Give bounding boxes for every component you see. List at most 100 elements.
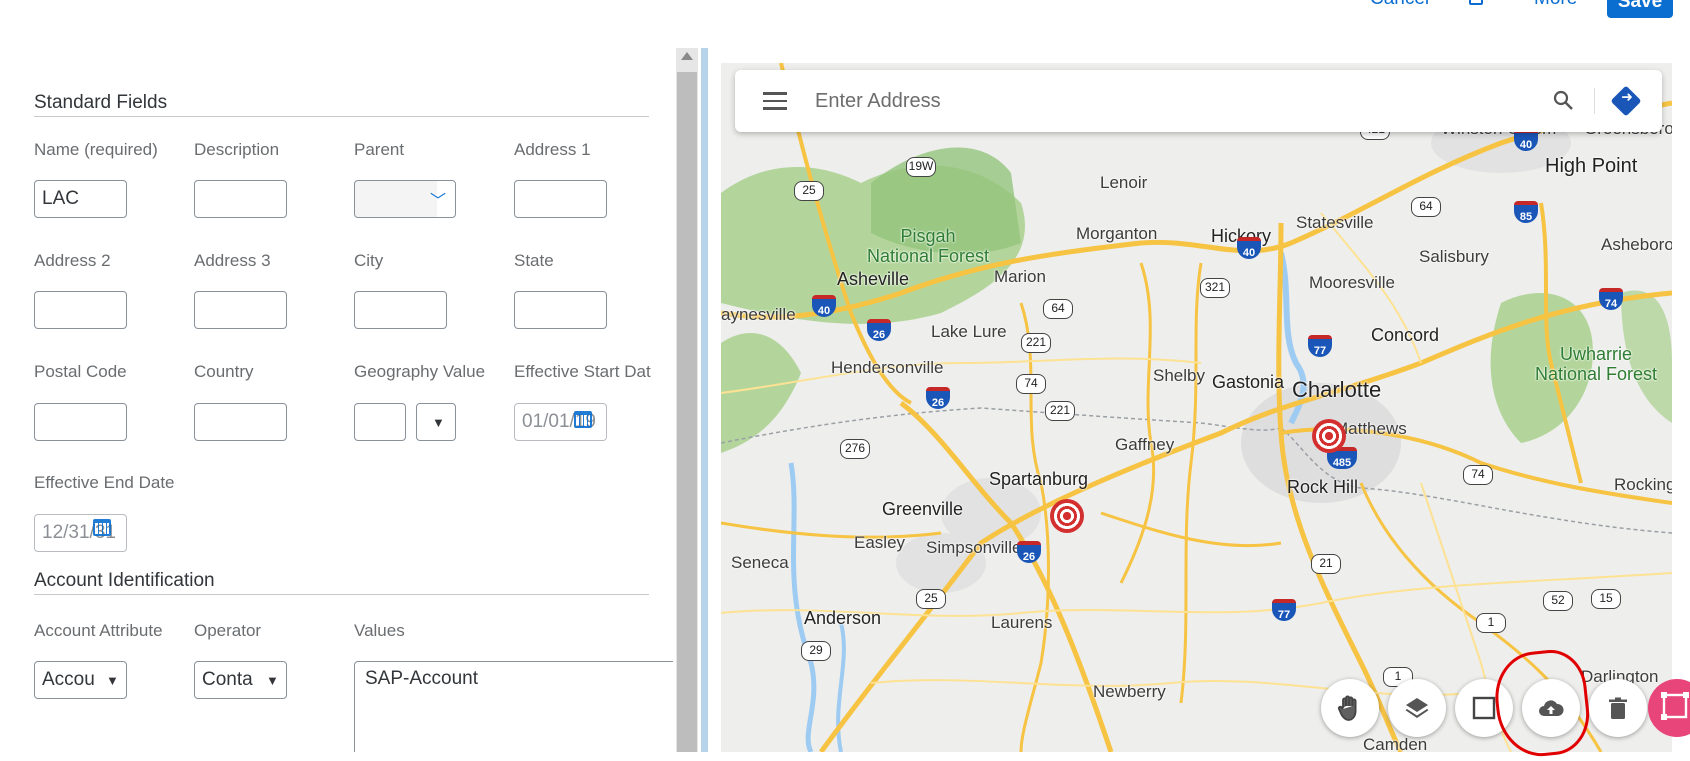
search-input[interactable]: Enter Address — [815, 90, 941, 113]
save-button[interactable]: Save — [1607, 0, 1673, 18]
scroll-up-icon[interactable] — [681, 52, 693, 60]
postal-code-label: Postal Code — [34, 362, 127, 381]
map-label: Marion — [994, 267, 1046, 286]
map-label: Gastonia — [1212, 372, 1285, 392]
operator-label: Operator — [194, 621, 262, 640]
map-label: Anderson — [804, 608, 882, 628]
more-link[interactable]: More — [1534, 0, 1577, 10]
form-pane: Standard Fields Name (required) Descript… — [0, 48, 673, 752]
location-marker[interactable] — [1050, 499, 1084, 533]
state-field[interactable] — [514, 291, 607, 329]
layers-icon — [1405, 698, 1429, 718]
map-label: Greenville — [882, 499, 964, 519]
map-label: Seneca — [731, 553, 789, 572]
delete-button[interactable] — [1589, 679, 1647, 737]
values-textarea[interactable]: SAP-Account — [354, 661, 673, 752]
route-shield: 321 — [1200, 278, 1230, 298]
route-shield: 276 — [840, 439, 870, 459]
chevron-down-icon[interactable]: ﹀ — [430, 187, 446, 211]
map-label: Easley — [854, 533, 906, 552]
route-shield: 21 — [1311, 554, 1341, 574]
map-label: Salisbury — [1419, 247, 1489, 266]
effective-end-label: Effective End Date — [34, 473, 175, 492]
map-background — [721, 63, 1672, 752]
trash-icon — [1609, 697, 1627, 719]
name-field[interactable]: LAC — [34, 180, 127, 218]
square-select-icon — [1472, 696, 1496, 720]
map-label: Shelby — [1153, 366, 1205, 385]
dropdown-arrow-icon[interactable]: ▼ — [432, 415, 445, 430]
route-shield: 74 — [1463, 465, 1493, 485]
values-label: Values — [354, 621, 405, 640]
calendar-icon[interactable] — [1469, 0, 1483, 5]
map-label: Morganton — [1076, 224, 1158, 243]
effective-start-field[interactable]: 01/01/19 — [514, 403, 607, 441]
shape-edit-button[interactable] — [1648, 679, 1690, 737]
map-label: Lenoir — [1100, 173, 1148, 192]
map-label: Asheville — [837, 269, 910, 289]
directions-icon[interactable] — [1610, 85, 1642, 117]
map-label: Pisgah National Forest — [867, 226, 990, 266]
dropdown-arrow-icon[interactable]: ▼ — [266, 673, 279, 688]
top-toolbar: Cancel More Save — [0, 0, 1690, 28]
address-search-bar: Enter Address — [735, 70, 1662, 132]
map-label: Laurens — [991, 613, 1053, 632]
country-field[interactable] — [194, 403, 287, 441]
route-shield: 29 — [801, 641, 831, 661]
map-label: Lake Lure — [931, 322, 1007, 341]
route-shield: 1 — [1476, 613, 1506, 633]
route-shield: 15 — [1591, 589, 1621, 609]
hand-icon — [1337, 695, 1357, 721]
country-label: Country — [194, 362, 254, 381]
calendar-icon[interactable] — [93, 519, 111, 536]
route-shield: 64 — [1411, 197, 1441, 217]
shape-edit-icon — [1661, 692, 1689, 720]
name-label: Name (required) — [34, 140, 158, 159]
map-label: Asheboro — [1601, 235, 1672, 254]
map-view[interactable]: Winston-Salem Greensboro High Point Ashe… — [721, 63, 1672, 752]
layers-button[interactable] — [1388, 679, 1446, 737]
description-field[interactable] — [194, 180, 287, 218]
parent-label: Parent — [354, 140, 405, 159]
section-divider — [34, 594, 649, 595]
dropdown-arrow-icon[interactable]: ▼ — [106, 673, 119, 688]
map-label: Charlotte — [1292, 377, 1382, 402]
section-divider — [34, 116, 649, 117]
search-icon[interactable] — [1553, 90, 1573, 110]
cancel-link[interactable]: Cancel — [1370, 0, 1429, 10]
effective-end-field[interactable]: 12/31/31 — [34, 514, 127, 552]
map-label: aynesville — [721, 305, 796, 324]
route-shield: 19W — [906, 157, 936, 177]
map-label: Statesville — [1296, 213, 1374, 232]
effective-start-label: Effective Start Dat — [514, 362, 651, 381]
map-label: Rockingham — [1614, 475, 1672, 494]
map-label: Newberry — [1093, 682, 1166, 701]
map-label: High Point — [1545, 155, 1638, 177]
address1-field[interactable] — [514, 180, 607, 218]
map-label: Gaffney — [1115, 435, 1175, 454]
route-shield: 25 — [794, 181, 824, 201]
pane-splitter[interactable] — [701, 48, 708, 752]
account-attribute-label: Account Attribute — [34, 621, 163, 640]
postal-code-field[interactable] — [34, 403, 127, 441]
route-shield: 74 — [1016, 374, 1046, 394]
map-label: Uwharrie National Forest — [1535, 344, 1658, 384]
map-label: Hendersonville — [831, 358, 944, 377]
account-identification-title: Account Identification — [34, 570, 215, 591]
calendar-icon[interactable] — [574, 411, 592, 428]
address2-field[interactable] — [34, 291, 127, 329]
location-marker[interactable] — [1312, 419, 1346, 453]
pan-button[interactable] — [1321, 679, 1379, 737]
menu-icon[interactable] — [763, 92, 787, 110]
scrollbar-thumb[interactable] — [677, 72, 697, 752]
map-label: Simpsonville — [926, 538, 1022, 557]
geography-value-field[interactable] — [354, 403, 406, 441]
city-field[interactable] — [354, 291, 447, 329]
route-shield: 221 — [1021, 333, 1051, 353]
route-shield: 52 — [1543, 591, 1573, 611]
address3-field[interactable] — [194, 291, 287, 329]
map-label: Camden — [1363, 735, 1428, 752]
route-shield: 221 — [1045, 401, 1075, 421]
address2-label: Address 2 — [34, 251, 111, 270]
map-label: Mooresville — [1309, 273, 1395, 292]
